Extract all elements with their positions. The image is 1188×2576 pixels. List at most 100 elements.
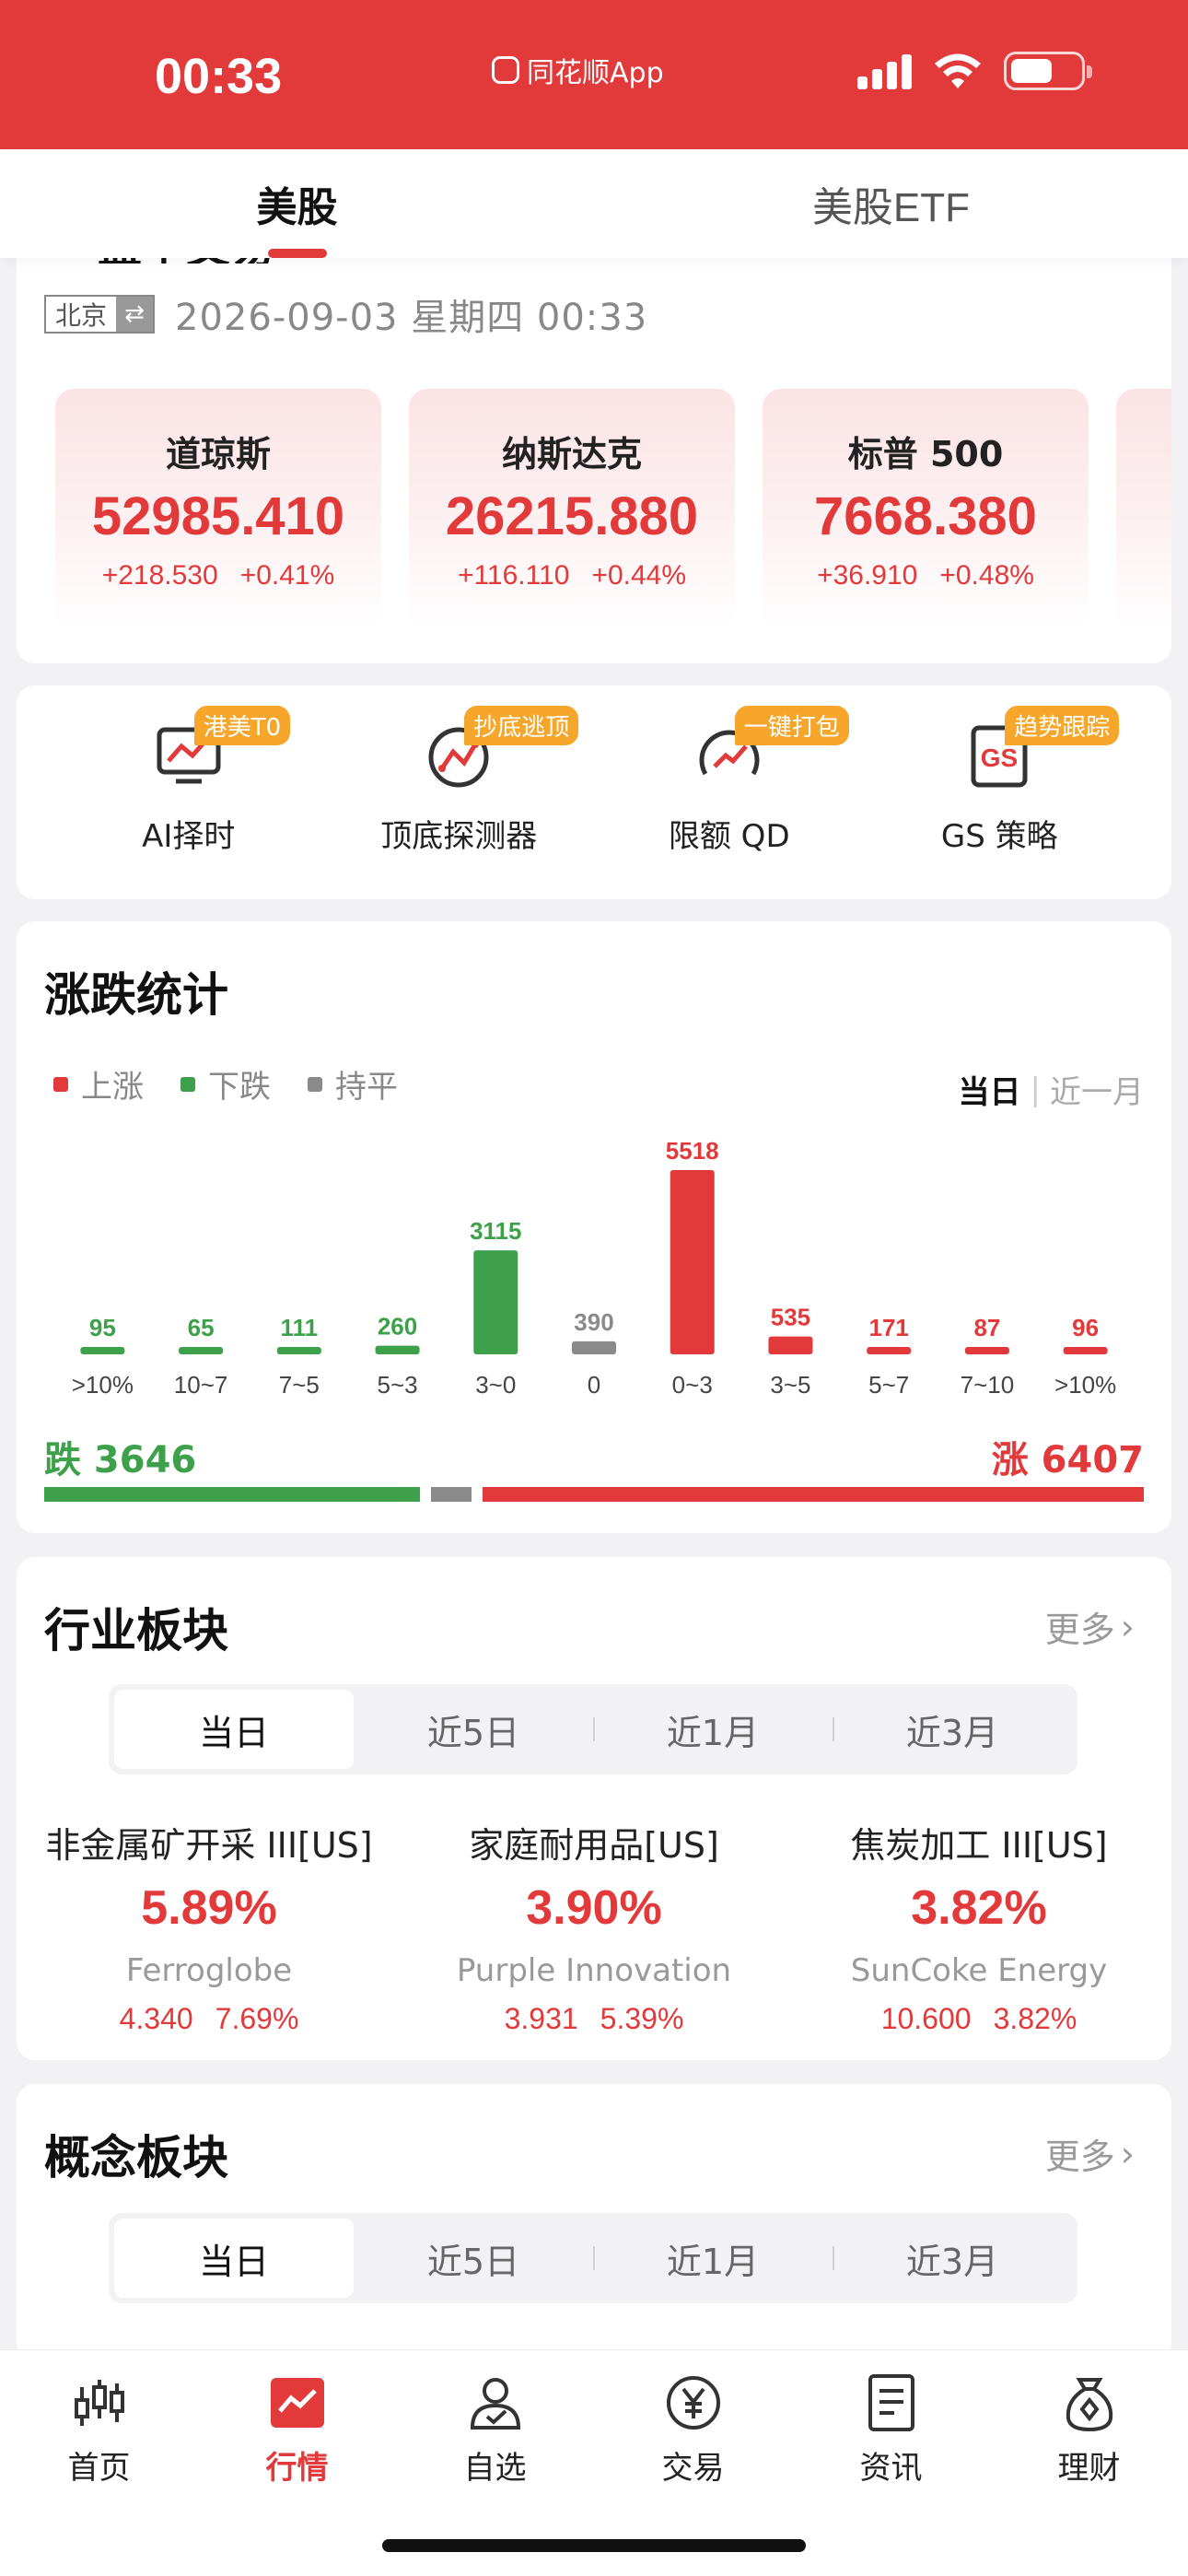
tools-card: 港美T0 AI择时 抄底逃顶 顶底探测器 一键打包 限额 QD GS 趋势跟踪 … — [17, 685, 1171, 899]
tool-ai-timing[interactable]: 港美T0 AI择时 — [69, 685, 309, 899]
industry-period-tabs: 当日 近5日 近1月 近3月 — [109, 1684, 1077, 1774]
cellular-signal-icon — [857, 53, 912, 89]
market-overview-card: 盘中交易 北京 ⇄ 2026-09-03 星期四 00:33 道琼斯 52985… — [17, 221, 1171, 663]
ratio-up-segment — [483, 1487, 1144, 1502]
ratio-flat-segment — [431, 1487, 472, 1502]
tab-today[interactable]: 当日 — [114, 1690, 354, 1769]
tab-us-etf[interactable]: 美股ETF — [594, 149, 1188, 258]
bar-1 — [179, 1347, 224, 1354]
tab-3month[interactable]: 近3月 — [833, 2219, 1072, 2298]
category-label: 0~3 — [672, 1371, 713, 1399]
concept-sector-card: 概念板块 更多 › 当日 近5日 近1月 近3月 — [17, 2084, 1171, 2360]
index-change: +36.910 +0.48% — [817, 560, 1034, 591]
ratio-bar — [44, 1487, 1144, 1502]
sector-item[interactable]: 焦炭加工 III[US] 3.82% SunCoke Energy 10.600… — [795, 1817, 1163, 2036]
market-datetime: 2026-09-03 星期四 00:33 — [175, 297, 648, 339]
category-label: 0 — [588, 1371, 600, 1399]
timezone-city: 北京 — [55, 300, 108, 331]
battery-icon — [1004, 52, 1092, 90]
timezone-switch[interactable]: 北京 ⇄ — [44, 295, 156, 334]
index-name: 标普 500 — [847, 434, 1004, 474]
index-value: 26215.880 — [445, 486, 699, 546]
nav-watchlist[interactable]: 自选 — [413, 2371, 578, 2488]
sector-pct: 3.90% — [526, 1881, 662, 1935]
tool-gs-strategy[interactable]: GS 趋势跟踪 GS 策略 — [879, 685, 1120, 899]
nav-trade[interactable]: 交易 — [611, 2371, 776, 2488]
nav-label: 首页 — [67, 2450, 131, 2487]
index-change: +116.110 +0.44% — [457, 560, 687, 591]
bar-value-label: 111 — [281, 1314, 319, 1341]
leading-stock: Purple Innovation — [456, 1952, 732, 1989]
bar-value-label: 87 — [973, 1314, 1000, 1341]
nav-label: 行情 — [265, 2450, 329, 2487]
total-down: 跌 3646 — [44, 1439, 197, 1481]
bar-7 — [768, 1336, 813, 1354]
app-icon — [492, 56, 519, 84]
leading-stock-quote: 3.931 5.39% — [504, 2002, 684, 2035]
nav-wealth[interactable]: 理财 — [1007, 2371, 1172, 2488]
status-time: 00:33 — [155, 49, 283, 104]
index-name: 纳斯达克 — [501, 434, 642, 474]
bar-value-label: 171 — [868, 1314, 908, 1341]
concept-more-link[interactable]: 更多 › — [1045, 2128, 1135, 2179]
industry-list: 非金属矿开采 III[US] 5.89% Ferroglobe 4.340 7.6… — [17, 1817, 1171, 2036]
tool-label: GS 策略 — [940, 818, 1058, 855]
candlestick-icon — [67, 2371, 132, 2435]
period-today[interactable]: 当日 — [959, 1067, 1021, 1112]
sector-item[interactable]: 家庭耐用品[US] 3.90% Purple Innovation 3.931 5… — [410, 1817, 778, 2036]
nav-label: 理财 — [1057, 2450, 1121, 2487]
tab-5day[interactable]: 近5日 — [354, 1690, 593, 1769]
index-card-nasdaq[interactable]: 纳斯达克 26215.880 +116.110 +0.44% — [409, 389, 735, 630]
tool-label: AI择时 — [142, 818, 236, 855]
industry-title: 行业板块 — [44, 1604, 228, 1657]
tab-3month[interactable]: 近3月 — [833, 1690, 1072, 1769]
period-month[interactable]: 近一月 — [1050, 1067, 1144, 1112]
tab-us-stocks[interactable]: 美股 — [0, 149, 594, 258]
category-label: 7~5 — [279, 1371, 320, 1399]
index-card-dow[interactable]: 道琼斯 52985.410 +218.530 +0.41% — [55, 389, 381, 630]
category-label: 3~0 — [475, 1371, 516, 1399]
bar-value-label: 96 — [1072, 1314, 1099, 1341]
nav-label: 交易 — [661, 2450, 725, 2487]
tool-badge: 港美T0 — [193, 706, 291, 745]
nav-market[interactable]: 行情 — [215, 2371, 380, 2488]
bar-value-label: 535 — [771, 1304, 810, 1331]
tab-1month[interactable]: 近1月 — [593, 1690, 833, 1769]
total-up: 涨 6407 — [991, 1439, 1144, 1481]
index-card-sp500[interactable]: 标普 500 7668.380 +36.910 +0.48% — [763, 389, 1089, 630]
tab-5day[interactable]: 近5日 — [354, 2219, 593, 2298]
nav-home[interactable]: 首页 — [17, 2371, 182, 2488]
index-card-partial[interactable] — [1116, 389, 1171, 630]
tool-badge: 抄底逃顶 — [464, 706, 579, 745]
period-switch: 当日 | 近一月 — [959, 1067, 1144, 1112]
bar-5 — [572, 1341, 616, 1354]
rise-fall-stats-card: 涨跌统计 上涨 下跌 持平 当日 | 近一月 95 >10% 65 10~7 111 7~… — [17, 921, 1171, 1533]
sector-item[interactable]: 非金属矿开采 III[US] 5.89% Ferroglobe 4.340 7.6… — [25, 1817, 393, 2036]
nav-label: 资讯 — [859, 2450, 923, 2487]
tool-badge: 一键打包 — [734, 706, 849, 745]
bar-value-label: 260 — [378, 1313, 417, 1341]
distribution-chart: 95 >10% 65 10~7 111 7~5 260 5~3 3115 3~0 390 0 5518 0… — [17, 1133, 1171, 1410]
tab-today[interactable]: 当日 — [114, 2219, 354, 2298]
bar-9 — [964, 1347, 1009, 1354]
industry-more-link[interactable]: 更多 › — [1045, 1601, 1135, 1652]
category-label: 5~3 — [377, 1371, 417, 1399]
totals-row: 跌 3646 涨 6407 — [44, 1430, 1144, 1483]
tool-quota-qd[interactable]: 一键打包 限额 QD — [610, 685, 849, 899]
concept-period-tabs: 当日 近5日 近1月 近3月 — [109, 2213, 1077, 2303]
category-label: 3~5 — [770, 1371, 810, 1399]
legend-down: 下跌 — [181, 1061, 271, 1107]
bar-value-label: 3115 — [470, 1217, 521, 1245]
money-bag-icon — [1057, 2371, 1122, 2435]
category-label: 7~10 — [961, 1371, 1015, 1399]
tab-1month[interactable]: 近1月 — [593, 2219, 833, 2298]
status-app-indicator[interactable]: 同花顺App — [492, 50, 664, 90]
bar-8 — [867, 1347, 912, 1354]
user-check-icon — [463, 2371, 528, 2435]
leading-stock-quote: 10.600 3.82% — [880, 2002, 1077, 2035]
tool-top-bottom-detector[interactable]: 抄底逃顶 顶底探测器 — [339, 685, 579, 899]
nav-news[interactable]: 资讯 — [809, 2371, 974, 2488]
leading-stock: SunCoke Energy — [850, 1952, 1108, 1989]
concept-title: 概念板块 — [44, 2131, 228, 2184]
ratio-down-segment — [44, 1487, 421, 1502]
